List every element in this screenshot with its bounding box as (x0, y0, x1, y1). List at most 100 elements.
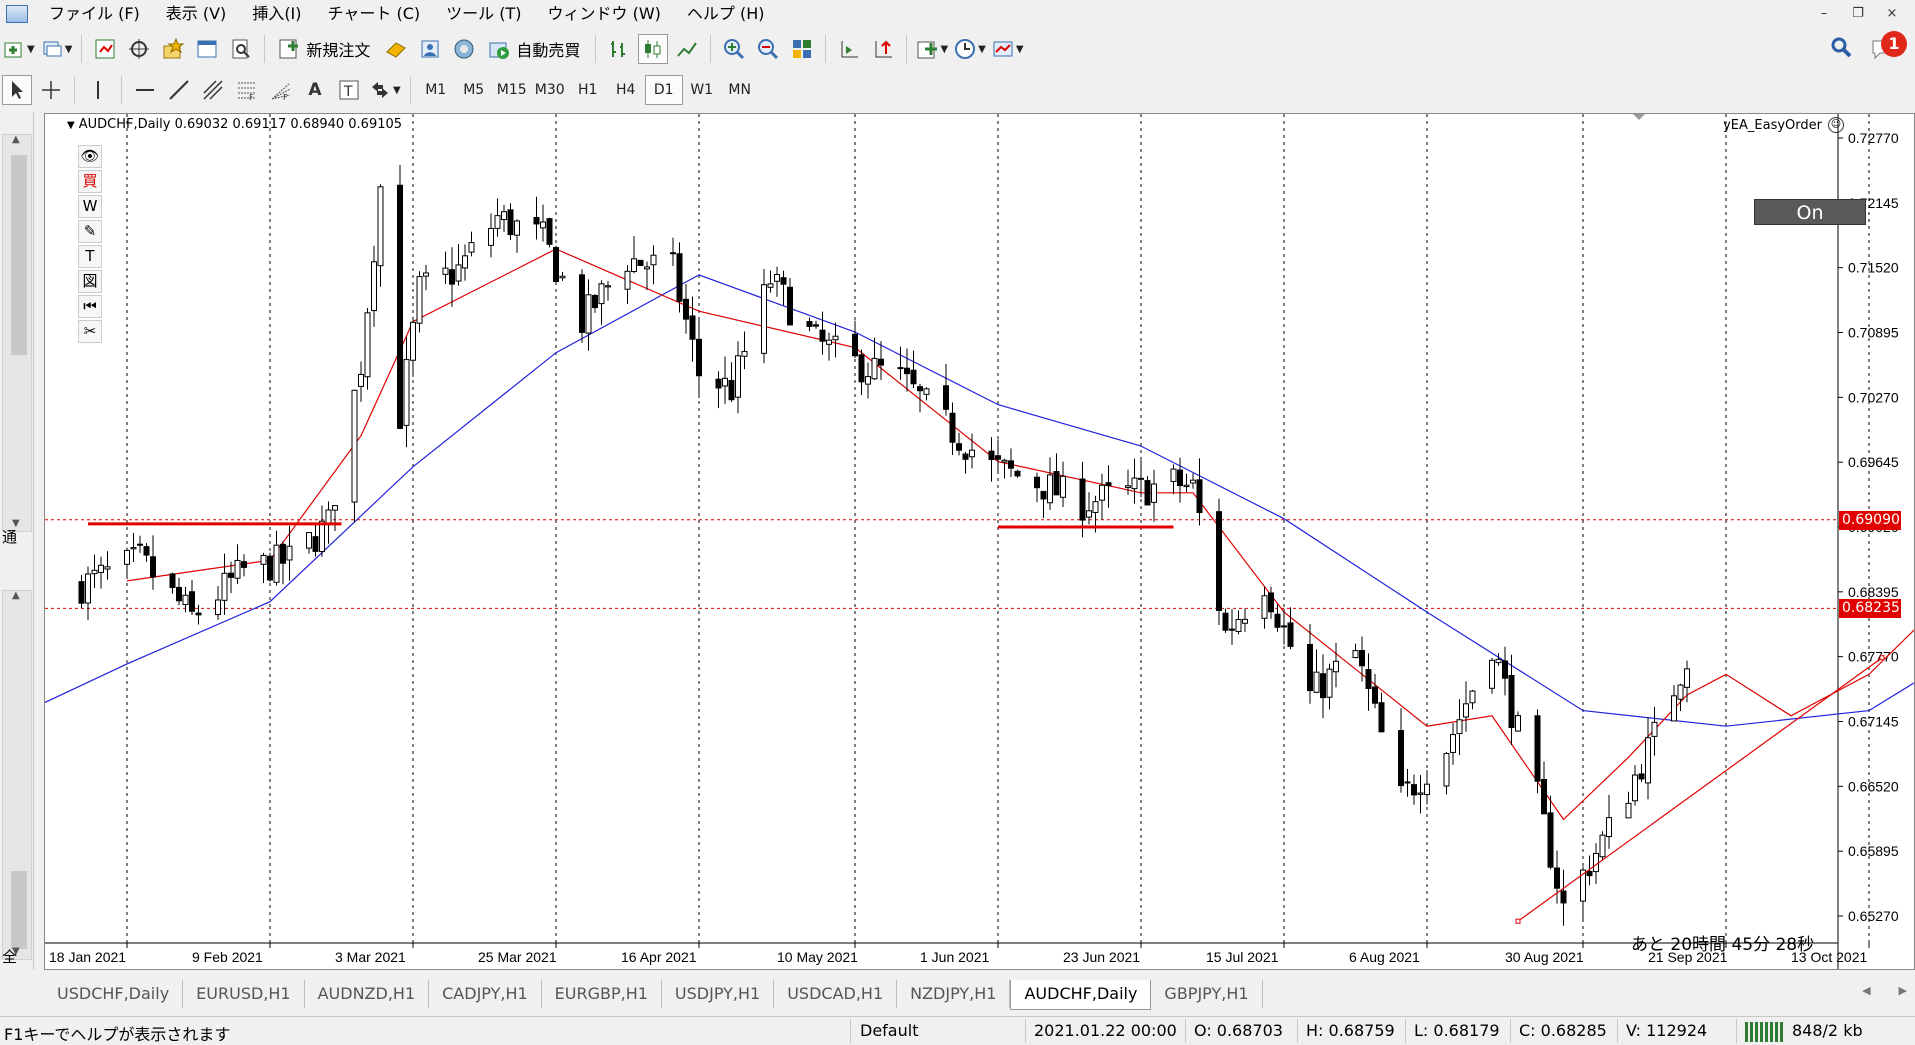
terminal-button[interactable] (192, 34, 222, 64)
tab-scroll-right-icon[interactable]: ▶ (1899, 984, 1907, 997)
tab-eurusd-h1[interactable]: EURUSD,H1 (183, 980, 305, 1008)
toolbar-separator (74, 76, 75, 104)
restore-button[interactable]: ❐ (1841, 0, 1875, 28)
line-chart-button[interactable] (672, 34, 702, 64)
bar-chart-button[interactable] (604, 34, 634, 64)
mt4-terminal: ファイル (F) 表示 (V) 挿入(I) チャート (C) ツール (T) ウ… (0, 0, 1915, 1045)
pencil-icon[interactable]: ✎ (78, 220, 102, 243)
arrows-button[interactable]: ▼ (368, 75, 402, 105)
search-icon[interactable] (1829, 35, 1853, 59)
candle-body (1684, 668, 1690, 688)
candle-body (1183, 484, 1190, 488)
navigator-panel[interactable]: ▲ ▼ (2, 590, 32, 960)
eye-icon[interactable]: 👁 (78, 145, 102, 168)
menu-tools[interactable]: ツール (T) (433, 0, 534, 28)
tab-scroll-left-icon[interactable]: ◀ (1862, 984, 1870, 997)
buy-icon[interactable]: 買 (78, 170, 102, 193)
scrollbar-thumb[interactable] (11, 155, 27, 355)
timeframe-h1[interactable]: H1 (569, 75, 607, 105)
trendline-button[interactable] (164, 75, 194, 105)
menu-help[interactable]: ヘルプ (H) (674, 0, 778, 28)
market-watch-button[interactable] (90, 34, 120, 64)
tab-usdjpy-h1[interactable]: USDJPY,H1 (662, 980, 775, 1008)
tab-usdchf-daily[interactable]: USDCHF,Daily (44, 980, 184, 1008)
auto-scroll-button[interactable] (834, 34, 864, 64)
figure-icon[interactable]: 図 (78, 270, 102, 293)
tile-windows-button[interactable] (787, 34, 817, 64)
new-order-button[interactable]: 新規注文 (273, 34, 377, 64)
price-chart[interactable]: 0.727700.721450.715200.708950.702700.696… (45, 114, 1914, 969)
zoom-out-button[interactable] (753, 34, 783, 64)
ea-on-button[interactable]: On (1754, 199, 1866, 225)
tab-eurgbp-h1[interactable]: EURGBP,H1 (542, 980, 662, 1008)
tab-gbpjpy-h1[interactable]: GBPJPY,H1 (1151, 980, 1263, 1008)
menu-file[interactable]: ファイル (F) (36, 0, 153, 28)
periods-button[interactable]: ▼ (953, 34, 987, 64)
new-order-icon (279, 39, 299, 59)
metaeditor-button[interactable] (381, 34, 411, 64)
navigator-button[interactable] (158, 34, 188, 64)
signals-button[interactable] (415, 34, 445, 64)
indicators-button[interactable]: ▼ (915, 34, 949, 64)
tab-nzdjpy-h1[interactable]: NZDJPY,H1 (897, 980, 1011, 1008)
text-tool-button[interactable]: A (300, 75, 330, 105)
menu-window[interactable]: ウィンドウ (W) (534, 0, 673, 28)
text-label-button[interactable]: T (334, 75, 364, 105)
tab-cadjpy-h1[interactable]: CADJPY,H1 (429, 980, 542, 1008)
rewind-icon[interactable]: ⏮ (78, 295, 102, 318)
chart-window[interactable]: 0.72770 0.72145 0.71520 0.70895 0.70270 0.696… (44, 113, 1915, 970)
timeframe-mn[interactable]: MN (721, 75, 759, 105)
fibonacci-retracement-button[interactable]: F (232, 75, 262, 105)
horizontal-line-icon (136, 89, 154, 91)
data-window-button[interactable] (124, 34, 154, 64)
profiles-button[interactable]: ▼ (40, 34, 74, 64)
scroll-up-icon[interactable]: ▲ (12, 590, 20, 601)
candlestick-button[interactable] (638, 34, 669, 64)
menu-view[interactable]: 表示 (V) (153, 0, 240, 28)
minimize-button[interactable]: – (1807, 0, 1841, 28)
candle-body (1586, 870, 1593, 877)
chat-notification-button[interactable]: 1 (1871, 31, 1907, 61)
scissors-icon[interactable]: ✂ (78, 320, 102, 343)
close-button[interactable]: × (1875, 0, 1909, 28)
expert-advisor-label: yEA_EasyOrder ☺ (1723, 117, 1844, 133)
tab-audnzd-h1[interactable]: AUDNZD,H1 (305, 980, 430, 1008)
menu-insert[interactable]: 挿入(I) (239, 0, 314, 28)
vertical-line-button[interactable] (83, 75, 113, 105)
w-icon[interactable]: W (78, 195, 102, 218)
market-watch-tab[interactable]: 通 (2, 526, 17, 547)
menu-chart[interactable]: チャート (C) (315, 0, 434, 28)
chart-shift-button[interactable] (868, 34, 898, 64)
strategy-tester-button[interactable] (226, 34, 256, 64)
templates-button[interactable]: ▼ (991, 34, 1025, 64)
fibonacci-fan-icon: F (271, 82, 291, 101)
crosshair-tool-button[interactable] (36, 75, 66, 105)
tab-audchf-daily[interactable]: AUDCHF,Daily (1010, 980, 1152, 1010)
market-watch-panel[interactable]: ▲ ▼ (2, 134, 32, 532)
timeframe-h4[interactable]: H4 (607, 75, 645, 105)
navigator-tab[interactable]: 全 (2, 946, 17, 967)
scrollbar-thumb[interactable] (11, 871, 27, 949)
scroll-up-icon[interactable]: ▲ (12, 134, 20, 145)
text-t-icon[interactable]: T (78, 245, 102, 268)
cursor-tool-button[interactable] (2, 75, 32, 105)
timeframe-m5[interactable]: M5 (455, 75, 493, 105)
new-chart-button[interactable]: ▼ (2, 34, 36, 64)
timeframe-d1[interactable]: D1 (644, 75, 683, 105)
horizontal-line-button[interactable] (130, 75, 160, 105)
candle-body (1593, 852, 1599, 873)
fibonacci-fan-button[interactable]: F (266, 75, 296, 105)
timeframe-m15[interactable]: M15 (493, 75, 531, 105)
candle-body (1222, 612, 1229, 631)
candle-body (715, 378, 722, 389)
timeframe-w1[interactable]: W1 (683, 75, 721, 105)
timeframe-m30[interactable]: M30 (531, 75, 569, 105)
auto-trading-button[interactable]: 自動売買 (483, 34, 587, 64)
market-button[interactable] (449, 34, 479, 64)
tab-usdcad-h1[interactable]: USDCAD,H1 (774, 980, 898, 1008)
chart-menu-triangle-icon[interactable]: ▼ (67, 120, 75, 131)
timeframe-m1[interactable]: M1 (417, 75, 455, 105)
zoom-in-button[interactable] (719, 34, 749, 64)
candle-body (501, 211, 507, 221)
equidistant-channel-button[interactable] (198, 75, 228, 105)
